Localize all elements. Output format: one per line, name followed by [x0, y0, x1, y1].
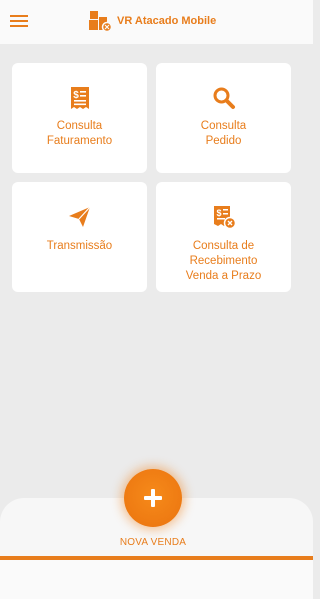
- card-label: Consulta de Recebimento Venda a Prazo: [185, 240, 262, 282]
- svg-text:$: $: [216, 208, 221, 218]
- svg-text:$: $: [73, 90, 79, 101]
- card-label: Consulta Pedido: [200, 120, 247, 147]
- card-consulta-pedido[interactable]: Consulta Pedido: [156, 63, 291, 173]
- top-app-bar: VR Atacado Mobile: [0, 0, 313, 44]
- bottom-strip: [0, 560, 313, 599]
- app-title: VR Atacado Mobile: [117, 15, 217, 27]
- card-transmissao[interactable]: Transmissão: [12, 182, 147, 292]
- receipt-clock-icon: $: [213, 206, 236, 230]
- card-label: Consulta Faturamento: [46, 120, 113, 147]
- hamburger-menu-icon[interactable]: [10, 13, 28, 29]
- search-icon: [213, 87, 235, 109]
- boxes-logo-icon: [89, 11, 112, 33]
- invoice-dollar-icon: $: [70, 87, 89, 109]
- card-label: Transmissão: [46, 240, 113, 252]
- nova-venda-label[interactable]: NOVA VENDA: [0, 537, 306, 548]
- app-brand: VR Atacado Mobile: [88, 9, 216, 33]
- card-consulta-recebimento[interactable]: $ Consulta de Recebimento Venda a Prazo: [156, 182, 291, 292]
- card-consulta-faturamento[interactable]: $ Consulta Faturamento: [12, 63, 147, 173]
- paper-plane-icon: [68, 206, 90, 227]
- nova-venda-button[interactable]: [124, 469, 182, 527]
